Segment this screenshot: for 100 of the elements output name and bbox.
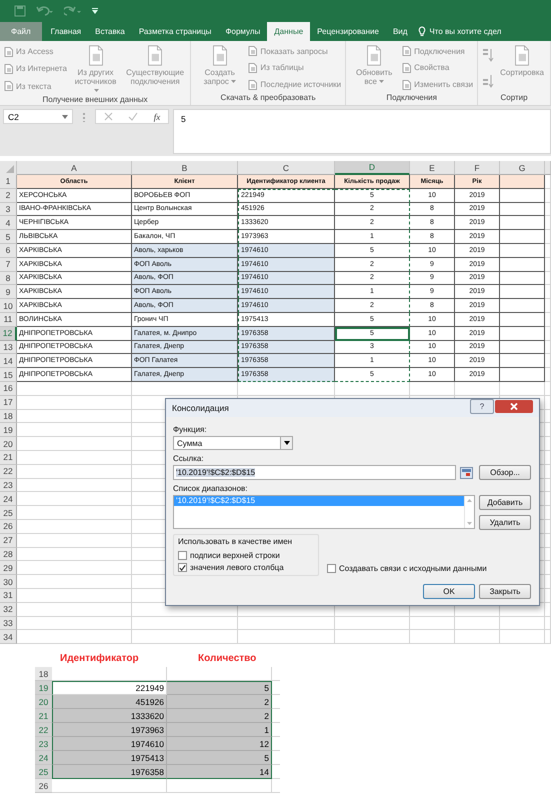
ribbon-group-label: Скачать & преобразовать xyxy=(220,93,317,104)
row-number[interactable]: 9 xyxy=(0,285,17,300)
table-cell: 14 xyxy=(167,765,272,780)
delete-button[interactable]: Удалить xyxy=(479,515,531,530)
save-icon[interactable] xyxy=(14,5,26,17)
ribbon-tab[interactable]: Разметка страницы xyxy=(132,22,218,41)
customize-caret-icon[interactable] xyxy=(92,8,98,14)
row-number[interactable]: 10 xyxy=(0,299,17,313)
row-number[interactable]: 27 xyxy=(0,534,17,548)
reference-field[interactable]: '10.2019'!$C$2:$D$15 xyxy=(173,465,456,480)
row-number[interactable]: 22 xyxy=(0,464,17,479)
close-dialog-button[interactable]: Закрыть xyxy=(479,584,531,599)
add-button[interactable]: Добавить xyxy=(479,495,531,510)
row-number[interactable]: 26 xyxy=(0,520,17,534)
row-number[interactable]: 25 xyxy=(0,506,17,520)
row-number[interactable]: 14 xyxy=(0,354,17,368)
ribbon-tab[interactable]: Вид xyxy=(386,22,414,41)
row-number[interactable]: 25 xyxy=(35,765,52,780)
tell-me-field[interactable]: Что вы хотите сдел xyxy=(426,22,502,41)
row-number[interactable]: 29 xyxy=(0,561,17,576)
ribbon-tab[interactable]: Данные xyxy=(267,22,310,41)
row-number[interactable]: 22 xyxy=(35,723,52,738)
checkbox-label[interactable]: подписи верхней строки xyxy=(190,551,280,560)
checkbox-label[interactable]: Создавать связи с исходными данными xyxy=(339,564,487,573)
close-button[interactable] xyxy=(495,400,533,413)
insert-function-button[interactable]: fx xyxy=(154,112,160,122)
scrollbar[interactable] xyxy=(464,496,474,528)
row-number[interactable]: 21 xyxy=(35,709,52,724)
check-icon[interactable] xyxy=(128,112,138,121)
table-cell xyxy=(500,230,545,244)
row-number[interactable]: 19 xyxy=(0,423,17,438)
row-number[interactable]: 13 xyxy=(0,340,17,354)
row-number[interactable]: 2 xyxy=(0,188,17,203)
close-icon[interactable] xyxy=(510,403,518,410)
checkbox-label[interactable]: значения левого столбца xyxy=(190,563,284,572)
name-box[interactable]: C2 xyxy=(3,109,73,124)
row-number[interactable]: 4 xyxy=(0,216,17,230)
row-number[interactable]: 8 xyxy=(0,272,17,286)
row-number[interactable]: 19 xyxy=(35,681,52,696)
ribbon-tab[interactable]: Рецензирование xyxy=(310,22,386,41)
cancel-icon[interactable] xyxy=(104,112,113,121)
table-cell: 1333620 xyxy=(52,709,167,724)
row-number[interactable]: 1 xyxy=(0,175,17,189)
table-cell xyxy=(500,326,545,341)
document-icon xyxy=(513,45,532,66)
function-dropdown[interactable]: Сумма xyxy=(173,436,293,450)
browse-button[interactable]: Обзор... xyxy=(479,465,531,480)
row-number[interactable]: 28 xyxy=(0,548,17,562)
row-number[interactable]: 32 xyxy=(0,602,17,616)
row-number[interactable]: 12 xyxy=(0,326,17,341)
row-number[interactable]: 24 xyxy=(35,751,52,766)
row-number[interactable]: 18 xyxy=(0,410,17,424)
ok-button[interactable]: OK xyxy=(423,584,475,599)
undo-icon[interactable] xyxy=(36,5,54,17)
row-number[interactable]: 5 xyxy=(0,230,17,244)
annotation-label: Количество xyxy=(198,653,256,666)
sort-ascending-icon[interactable] xyxy=(482,48,494,62)
column-header[interactable]: D xyxy=(335,161,410,175)
row-number[interactable]: 15 xyxy=(0,368,17,382)
row-number[interactable]: 23 xyxy=(35,737,52,752)
row-number[interactable]: 33 xyxy=(0,616,17,630)
field-label: Функция: xyxy=(173,425,207,434)
drag-handle-icon[interactable] xyxy=(83,112,85,122)
ribbon-tab[interactable]: Вставка xyxy=(88,22,132,41)
ribbon-tab[interactable]: Формулы xyxy=(218,22,268,41)
scroll-down-icon[interactable] xyxy=(467,522,472,525)
row-number[interactable]: 34 xyxy=(0,630,17,644)
caret-icon[interactable] xyxy=(284,441,290,445)
row-number[interactable]: 17 xyxy=(0,396,17,410)
table-cell xyxy=(500,216,545,230)
dropdown-button[interactable] xyxy=(280,437,292,449)
table-cell: 12 xyxy=(167,737,272,752)
document-icon xyxy=(248,80,258,90)
row-number[interactable]: 20 xyxy=(35,695,52,710)
scroll-up-icon[interactable] xyxy=(467,499,472,502)
row-number[interactable]: 7 xyxy=(0,258,17,272)
redo-icon[interactable] xyxy=(64,5,82,17)
table-cell xyxy=(500,354,545,368)
document-icon xyxy=(365,45,384,66)
range-picker-icon[interactable] xyxy=(460,466,473,478)
table-cell: 1974610 xyxy=(52,737,167,752)
checkbox[interactable] xyxy=(178,563,187,572)
row-number[interactable]: 31 xyxy=(0,588,17,603)
row-number[interactable]: 3 xyxy=(0,202,17,216)
sort-descending-icon[interactable] xyxy=(482,74,494,88)
row-number[interactable]: 16 xyxy=(0,382,17,396)
row-number[interactable]: 21 xyxy=(0,450,17,465)
row-number[interactable]: 23 xyxy=(0,478,17,492)
row-number[interactable]: 18 xyxy=(35,667,52,682)
formula-input[interactable]: 5 xyxy=(173,109,551,154)
row-number[interactable]: 24 xyxy=(0,492,17,506)
checkbox[interactable] xyxy=(327,564,336,573)
row-number[interactable]: 26 xyxy=(35,779,52,794)
checkbox[interactable] xyxy=(178,551,187,560)
row-number[interactable]: 30 xyxy=(0,575,17,589)
row-number[interactable]: 6 xyxy=(0,244,17,258)
row-number[interactable]: 20 xyxy=(0,437,17,451)
row-number[interactable]: 11 xyxy=(0,312,17,327)
ribbon-tab[interactable]: Главная xyxy=(44,22,88,41)
help-button[interactable]: ? xyxy=(470,399,494,414)
